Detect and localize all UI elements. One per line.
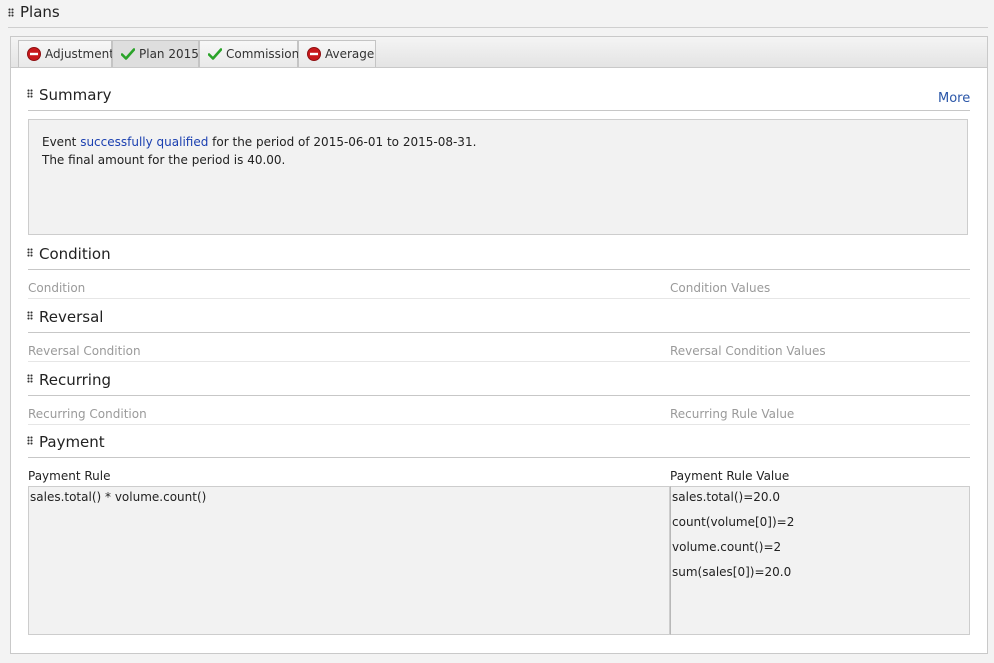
payment-title: Payment — [39, 433, 105, 451]
recurring-value-column-header: Recurring Rule Value — [670, 407, 795, 421]
tab-label: Average — [325, 47, 375, 61]
divider — [28, 298, 970, 299]
payment-rule-column-header: Payment Rule — [28, 469, 111, 483]
condition-values-column-header: Condition Values — [670, 281, 771, 295]
summary-title: Summary — [39, 86, 112, 104]
tab-adjustment[interactable]: Adjustment — [18, 40, 114, 67]
drag-grip-icon[interactable] — [27, 248, 33, 257]
tab-average[interactable]: Average — [298, 40, 376, 67]
minus-circle-icon — [307, 47, 321, 61]
qualified-status: successfully qualified — [80, 135, 209, 149]
drag-grip-icon[interactable] — [27, 374, 33, 383]
summary-period: 2015-06-01 to 2015-08-31 — [313, 135, 473, 149]
drag-grip-icon[interactable] — [27, 311, 33, 320]
divider — [28, 395, 970, 396]
payment-value-line: sales.total()=20.0 — [672, 490, 780, 504]
plan-panel: Adjustment Plan 2015 Commission Average … — [10, 36, 988, 654]
divider — [28, 424, 970, 425]
reversal-values-column-header: Reversal Condition Values — [670, 344, 826, 358]
payment-rule-cell: sales.total() * volume.count() — [28, 486, 670, 635]
minus-circle-icon — [27, 47, 41, 61]
payment-rule-value-column-header: Payment Rule Value — [670, 469, 790, 483]
divider — [28, 361, 970, 362]
tab-label: Commission — [226, 47, 300, 61]
tab-plan-2015[interactable]: Plan 2015 — [112, 40, 199, 67]
checkmark-icon — [121, 48, 135, 60]
payment-rule-text: sales.total() * volume.count() — [30, 490, 207, 504]
plans-header: Plans — [8, 2, 988, 26]
page-title: Plans — [20, 3, 60, 21]
divider — [28, 110, 970, 111]
more-link[interactable]: More — [938, 91, 970, 106]
summary-amount: 40.00 — [247, 153, 282, 167]
divider — [28, 269, 970, 270]
tab-label: Adjustment — [45, 47, 114, 61]
tab-bar: Adjustment Plan 2015 Commission Average — [11, 37, 987, 68]
checkmark-icon — [208, 48, 222, 60]
drag-grip-icon[interactable] — [27, 436, 33, 445]
drag-grip-icon[interactable] — [8, 8, 14, 17]
divider — [28, 332, 970, 333]
condition-title: Condition — [39, 245, 111, 263]
recurring-condition-column-header: Recurring Condition — [28, 407, 147, 421]
reversal-title: Reversal — [39, 308, 104, 326]
divider — [28, 457, 970, 458]
payment-value-line: volume.count()=2 — [672, 540, 782, 554]
condition-column-header: Condition — [28, 281, 86, 295]
reversal-condition-column-header: Reversal Condition — [28, 344, 141, 358]
tab-label: Plan 2015 — [139, 47, 199, 61]
summary-line-2: The final amount for the period is 40.00… — [42, 153, 286, 167]
payment-value-line: count(volume[0])=2 — [672, 515, 795, 529]
tab-commission[interactable]: Commission — [199, 40, 300, 67]
divider — [8, 27, 988, 28]
summary-line-1: Event successfully qualified for the per… — [42, 135, 477, 149]
recurring-title: Recurring — [39, 371, 111, 389]
summary-box: Event successfully qualified for the per… — [28, 119, 968, 235]
payment-value-line: sum(sales[0])=20.0 — [672, 565, 792, 579]
payment-rule-value-cell: sales.total()=20.0 count(volume[0])=2 vo… — [670, 486, 970, 635]
drag-grip-icon[interactable] — [27, 89, 33, 98]
